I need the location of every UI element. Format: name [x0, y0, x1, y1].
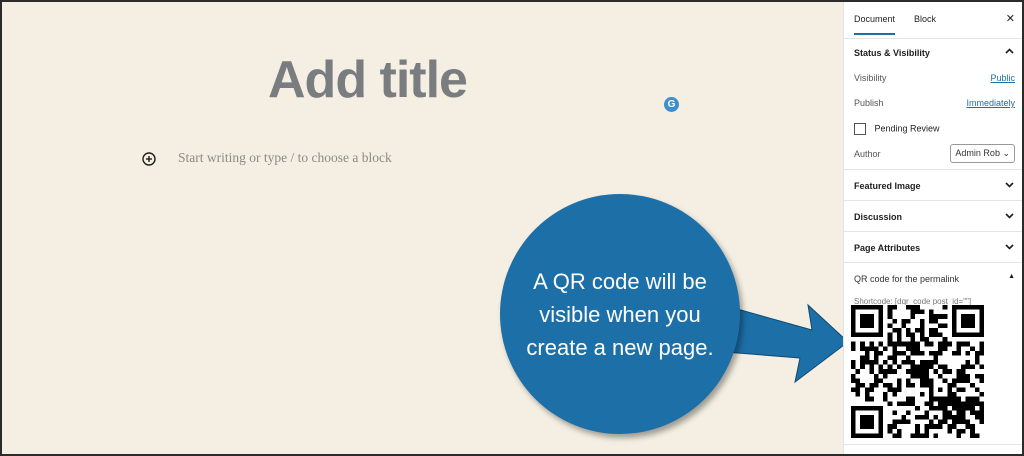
featured-image-panel[interactable]: Featured Image	[844, 170, 1024, 201]
discussion-panel[interactable]: Discussion	[844, 201, 1024, 232]
page-attributes-panel[interactable]: Page Attributes	[844, 232, 1024, 263]
publish-row: Publish Immediately	[854, 98, 1015, 108]
qr-code-panel[interactable]: QR code for the permalink ▲	[844, 263, 1024, 293]
chevron-down-icon	[1005, 244, 1014, 250]
sidebar-tabs: Document Block ✕	[844, 0, 1024, 39]
publish-link[interactable]: Immediately	[966, 98, 1015, 108]
pending-review-label: Pending Review	[874, 123, 940, 134]
close-icon[interactable]: ✕	[1006, 12, 1015, 25]
author-row: Author Admin Rob ⌄	[854, 144, 1015, 163]
discussion-title: Discussion	[854, 212, 903, 222]
qr-code-title: QR code for the permalink	[854, 274, 960, 284]
visibility-link[interactable]: Public	[990, 73, 1015, 83]
author-label: Author	[854, 149, 881, 159]
status-visibility-panel: Status & Visibility Visibility Public Pu…	[844, 39, 1024, 170]
qr-code-image	[851, 305, 984, 438]
pending-review-row: Pending Review	[854, 123, 1015, 135]
callout-text: A QR code will be visible when you creat…	[526, 268, 714, 360]
pending-review-checkbox[interactable]	[854, 123, 866, 135]
tab-block[interactable]: Block	[914, 14, 936, 24]
publish-label: Publish	[854, 98, 884, 108]
author-select[interactable]: Admin Rob ⌄	[950, 144, 1015, 163]
chevron-down-icon	[1005, 182, 1014, 188]
chevron-up-icon[interactable]	[1004, 46, 1015, 57]
featured-image-title: Featured Image	[854, 181, 921, 191]
status-visibility-title[interactable]: Status & Visibility	[854, 48, 930, 58]
tab-document[interactable]: Document	[854, 14, 896, 35]
chevron-down-icon	[1005, 213, 1014, 219]
visibility-label: Visibility	[854, 73, 887, 83]
page-attributes-title: Page Attributes	[854, 243, 921, 253]
visibility-row: Visibility Public	[854, 73, 1015, 83]
caret-up-icon: ▲	[1008, 273, 1015, 280]
